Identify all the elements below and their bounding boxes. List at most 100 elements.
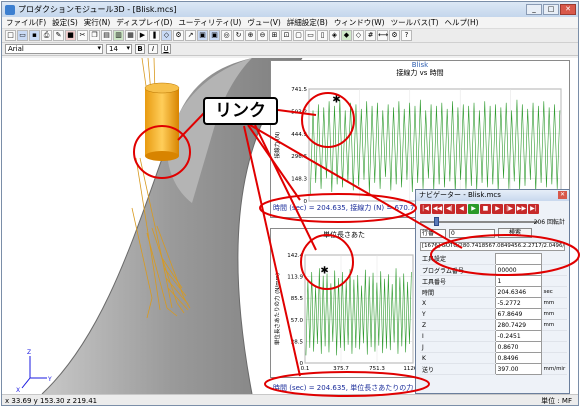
fast-back-icon[interactable]: ◀◀ xyxy=(432,204,443,214)
cut-icon[interactable]: ✂ xyxy=(77,30,88,41)
search-button[interactable]: 検索 xyxy=(498,228,532,238)
top-view-icon[interactable]: ▭ xyxy=(305,30,316,41)
fast-forward-icon[interactable]: ▶▶ xyxy=(516,204,527,214)
param-row: 送り 397.00 mm/mir xyxy=(420,363,567,375)
navigator-close-button[interactable]: ✕ xyxy=(558,191,567,199)
new-file-icon[interactable]: □ xyxy=(5,30,16,41)
pencil-icon[interactable]: ✎ xyxy=(53,30,64,41)
last-icon[interactable]: ▶| xyxy=(528,204,539,214)
slider-handle[interactable] xyxy=(434,217,439,226)
grid-icon[interactable]: # xyxy=(365,30,376,41)
font-size-select[interactable]: 14 xyxy=(106,44,132,54)
italic-button[interactable]: I xyxy=(148,44,158,54)
param-row: Z 280.7429 mm xyxy=(420,319,567,331)
play-icon[interactable]: ▶ xyxy=(468,204,479,214)
open-folder-icon[interactable]: ▭ xyxy=(17,30,28,41)
measure-icon[interactable]: ⟷ xyxy=(377,30,388,41)
table-icon[interactable]: ▦ xyxy=(125,30,136,41)
cutting-tool xyxy=(145,88,179,156)
menu-view[interactable]: ヴュー(V) xyxy=(247,17,280,28)
step-forward-icon[interactable]: |▶ xyxy=(504,204,515,214)
stop-icon[interactable]: ■ xyxy=(480,204,491,214)
param-row: X -5.2772 mm xyxy=(420,297,567,309)
param-unit xyxy=(541,341,567,353)
param-label: K xyxy=(420,352,495,364)
cylinder-icon[interactable]: ◎ xyxy=(221,30,232,41)
iso-view-icon[interactable]: ◈ xyxy=(329,30,340,41)
maximize-button[interactable]: □ xyxy=(543,4,559,15)
y-axis-label: 単位長さあたりの力 (N/mm) xyxy=(273,273,281,345)
pause-icon[interactable]: ❚ xyxy=(149,30,160,41)
app-window: プロダクションモジュール3D - [Blisk.mcs] _ □ ✕ ファイル(… xyxy=(1,1,579,406)
search-type-select[interactable]: 行番 xyxy=(420,228,446,238)
settings-icon[interactable]: ⚙ xyxy=(389,30,400,41)
menu-toolpath[interactable]: ツールバス(T) xyxy=(391,17,439,28)
font-family-select[interactable]: Arial xyxy=(5,44,103,54)
current-position-marker: ✱ xyxy=(332,95,340,106)
close-button[interactable]: ✕ xyxy=(560,4,576,15)
playback-slider[interactable]: 206 回転計 xyxy=(420,217,565,226)
y-tick-label: 741.5 xyxy=(291,87,307,93)
menu-display[interactable]: ディスプレイ(D) xyxy=(116,17,172,28)
menu-help[interactable]: ヘルプ(H) xyxy=(445,17,479,28)
param-unit: mm xyxy=(541,319,567,331)
main-toolbar: □ ▭ ▪ ⎙ ✎ ■ ✂ ❐ ▤ ▥ ▦ ▶ ❚ ◇ ⚙ ↗ ▣ ▣ ◎ ↻ … xyxy=(2,29,578,43)
menu-advanced[interactable]: 詳細設定(B) xyxy=(287,17,328,28)
paste-icon[interactable]: ▤ xyxy=(101,30,112,41)
force-per-length-chart[interactable]: 単位長さあた 0 28.5 57.0 85.5 113.9 142.4 0.1 375.7 75… xyxy=(270,228,418,378)
param-row: 工具番号 1 xyxy=(420,275,567,287)
side-view-icon[interactable]: ▯ xyxy=(317,30,328,41)
front-view-icon[interactable]: ▢ xyxy=(293,30,304,41)
chart-icon[interactable]: ▥ xyxy=(113,30,124,41)
svg-text:Y: Y xyxy=(47,376,52,383)
menu-window[interactable]: ウィンドウ(W) xyxy=(334,17,385,28)
wire-icon[interactable]: ◇ xyxy=(353,30,364,41)
navigator-title[interactable]: ナビゲーター - Blisk.mcs ✕ xyxy=(416,190,569,201)
zoom-box-icon[interactable]: ⊡ xyxy=(281,30,292,41)
print-icon[interactable]: ⎙ xyxy=(41,30,52,41)
arrow-icon[interactable]: ↗ xyxy=(185,30,196,41)
bold-button[interactable]: B xyxy=(135,44,145,54)
y-tick-label: 113.9 xyxy=(287,275,303,281)
play-forward-icon[interactable]: ▶ xyxy=(492,204,503,214)
chart-title: Blisk xyxy=(411,61,429,69)
play-icon[interactable]: ▶ xyxy=(137,30,148,41)
menu-settings[interactable]: 設定(S) xyxy=(52,17,78,28)
chart-subtitle: 単位長さあた xyxy=(323,231,365,239)
param-unit xyxy=(541,330,567,342)
minimize-button[interactable]: _ xyxy=(526,4,542,15)
menu-utility[interactable]: ユーティリティ(U) xyxy=(178,17,241,28)
underline-button[interactable]: U xyxy=(161,44,171,54)
y-tick-label: 85.5 xyxy=(291,296,304,302)
help-icon[interactable]: ? xyxy=(401,30,412,41)
layers-icon[interactable]: ◇ xyxy=(161,30,172,41)
zoom-out-icon[interactable]: ⊖ xyxy=(257,30,268,41)
param-value: 280.7429 xyxy=(494,319,542,331)
first-icon[interactable]: |◀ xyxy=(420,204,431,214)
copy-icon[interactable]: ❐ xyxy=(89,30,100,41)
y-axis-label: 接線力 (N) xyxy=(273,132,281,159)
param-value: 1 xyxy=(494,275,542,287)
step-back-icon[interactable]: ◀| xyxy=(444,204,455,214)
title-bar[interactable]: プロダクションモジュール3D - [Blisk.mcs] _ □ ✕ xyxy=(2,2,578,17)
navigator-window[interactable]: ナビゲーター - Blisk.mcs ✕ |◀ ◀◀ ◀| ◀ ▶ ■ ▶ |▶… xyxy=(415,189,570,394)
menu-run[interactable]: 実行(N) xyxy=(84,17,110,28)
zoom-in-icon[interactable]: ⊕ xyxy=(245,30,256,41)
playback-controls: |◀ ◀◀ ◀| ◀ ▶ ■ ▶ |▶ ▶▶ ▶| xyxy=(416,201,569,217)
stop-icon[interactable]: ■ xyxy=(65,30,76,41)
param-label: J xyxy=(420,341,495,353)
menu-file[interactable]: ファイル(F) xyxy=(6,17,46,28)
param-label: 送り xyxy=(420,363,495,375)
shade-icon[interactable]: ◆ xyxy=(341,30,352,41)
rotate-icon[interactable]: ↻ xyxy=(233,30,244,41)
param-label: 工具設定 xyxy=(420,253,495,265)
slider-label: 206 回転計 xyxy=(533,219,565,226)
cube-icon[interactable]: ▣ xyxy=(197,30,208,41)
cube2-icon[interactable]: ▣ xyxy=(209,30,220,41)
play-back-icon[interactable]: ◀ xyxy=(456,204,467,214)
save-icon[interactable]: ▪ xyxy=(29,30,40,41)
search-input[interactable]: 0 xyxy=(449,228,495,238)
tool-icon[interactable]: ⚙ xyxy=(173,30,184,41)
param-value: 397.00 xyxy=(494,363,542,375)
zoom-fit-icon[interactable]: ⊞ xyxy=(269,30,280,41)
